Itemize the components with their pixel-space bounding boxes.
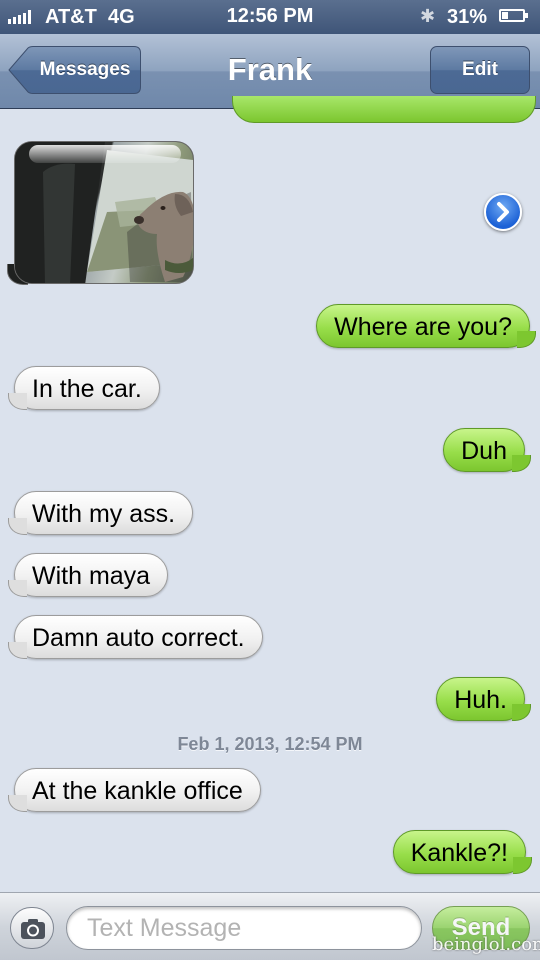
messages-screen: AT&T 4G 12:56 PM ✱ 31% Messages Frank Ed… [0,0,540,960]
battery-percentage: 31% [447,6,488,28]
battery-icon [499,9,528,22]
edit-button[interactable]: Edit [430,46,530,94]
camera-icon [21,919,45,939]
camera-button[interactable] [10,907,54,949]
photo-message[interactable] [14,141,194,284]
chevron-right-icon [497,202,509,222]
status-bar: AT&T 4G 12:56 PM ✱ 31% [0,0,540,34]
text-message-input[interactable] [66,906,422,950]
bluetooth-icon: ✱ [420,6,436,26]
received-message-bubble[interactable]: With my ass. [7,491,194,535]
watermark: beinglol.com [432,934,540,955]
sent-message-bubble[interactable]: Huh. [436,677,531,721]
photo-gloss [29,145,181,163]
message-timestamp: Feb 1, 2013, 12:54 PM [177,734,363,754]
sent-message-bubble[interactable]: Kankle?! [392,830,533,874]
received-message-bubble[interactable]: At the kankle office [8,768,261,812]
details-disclosure-icon[interactable] [484,193,522,231]
sent-message-bubble[interactable]: Duh [443,428,531,472]
partial-sent-bubble [232,96,536,123]
sent-message-bubble[interactable]: Where are you? [316,304,536,348]
received-message-bubble[interactable]: Damn auto correct. [8,615,263,659]
dog-in-car-photo [15,142,193,283]
received-message-bubble[interactable]: With maya [7,553,169,597]
received-message-bubble[interactable]: In the car. [8,366,160,410]
